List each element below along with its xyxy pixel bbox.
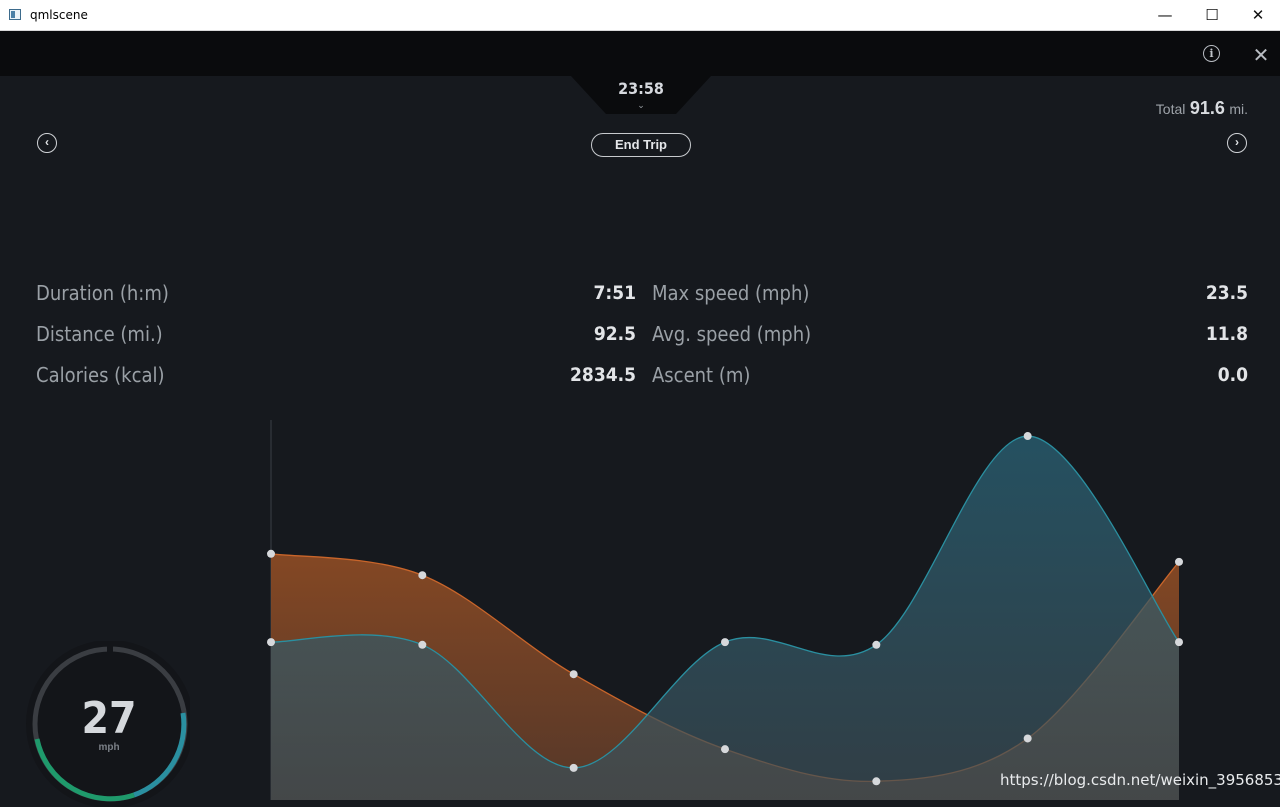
window-titlebar: qmlscene — ☐ ✕ [0,0,1280,31]
series-1-point[interactable] [267,549,275,558]
total-label: Total [1155,101,1186,117]
distance-value: 92.5 [593,323,636,345]
series-2-point[interactable] [1023,432,1032,441]
ascent-value: 0.0 [1217,364,1248,386]
next-trip-button[interactable]: › [1227,133,1247,153]
watermark-url: https://blog.csdn.net/weixin_39568531 [1000,771,1280,789]
series-1-point[interactable] [872,777,881,786]
series-1-point[interactable] [1023,734,1032,743]
chevron-down-icon[interactable]: ⌄ [636,100,646,110]
series-2-point[interactable] [721,638,729,647]
total-unit: mi. [1229,101,1248,117]
total-distance: Total 91.6 mi. [1156,98,1248,119]
prev-trip-button[interactable]: ‹ [37,133,57,153]
series-1-point[interactable] [418,571,427,580]
series-2-point[interactable] [267,638,275,647]
avg-speed-label: Avg. speed (mph) [652,322,812,346]
max-speed-value: 23.5 [1205,282,1248,304]
end-trip-button[interactable]: End Trip [591,133,691,157]
series-1-point[interactable] [569,670,578,679]
max-speed-label: Max speed (mph) [652,281,810,305]
duration-value: 7:51 [593,282,636,304]
clock-time: 23:58 [618,79,664,98]
speed-unit: mph [98,742,120,753]
close-icon[interactable]: ✕ [1250,44,1272,66]
series-2-point[interactable] [569,763,578,772]
speed-value: 27 [81,693,137,744]
total-value: 91.6 [1189,98,1225,118]
info-icon[interactable]: i [1203,45,1220,62]
series-2-point[interactable] [418,640,427,649]
ascent-label: Ascent (m) [652,363,751,387]
minimize-button[interactable]: — [1142,0,1188,30]
series-2-point[interactable] [1175,638,1183,647]
window-title: qmlscene [30,8,88,22]
distance-label: Distance (mi.) [36,322,163,346]
series-1-point[interactable] [721,745,729,754]
duration-label: Duration (h:m) [36,281,169,305]
calories-label: Calories (kcal) [36,363,165,387]
app-topbar [0,31,1280,76]
app-icon [9,9,21,20]
series-1-point[interactable] [1175,557,1183,566]
maximize-button[interactable]: ☐ [1189,0,1235,30]
avg-speed-value: 11.8 [1205,323,1248,345]
series-2-point[interactable] [872,640,881,649]
calories-value: 2834.5 [570,364,636,386]
window-close-button[interactable]: ✕ [1235,0,1280,30]
